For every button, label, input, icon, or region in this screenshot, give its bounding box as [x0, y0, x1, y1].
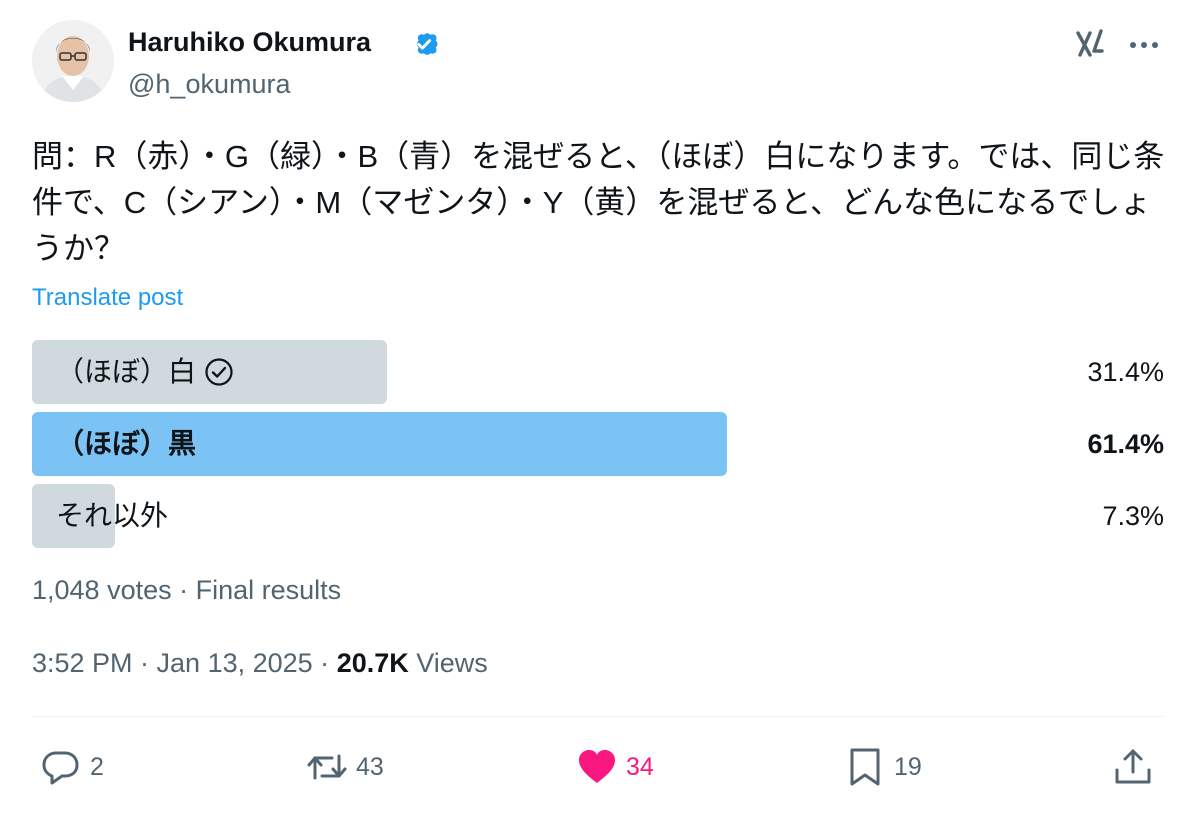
- divider: [32, 716, 1164, 717]
- poll-option-percent: 61.4%: [1087, 429, 1164, 459]
- author-name[interactable]: Haruhiko Okumura: [128, 27, 371, 58]
- repost-icon: [307, 754, 347, 780]
- views-label: Views: [416, 648, 488, 678]
- reply-icon: [42, 751, 79, 785]
- poll-option-3: それ以外 7.3%: [32, 484, 1164, 548]
- repost-button[interactable]: 43: [306, 744, 384, 790]
- poll-option-percent: 31.4%: [1087, 357, 1164, 387]
- poll-option-text: （ほぼ）白: [56, 356, 197, 387]
- reply-count: 2: [90, 752, 104, 781]
- poll-option-text: （ほぼ）黒: [56, 428, 197, 459]
- post-time-date[interactable]: 3:52 PM · Jan 13, 2025 ·: [32, 648, 337, 678]
- poll-option-label: （ほぼ）白: [56, 340, 234, 404]
- bookmark-count: 19: [894, 752, 922, 781]
- poll-option-label: （ほぼ）黒: [56, 412, 196, 476]
- avatar-image: [32, 20, 114, 102]
- poll-option-2: （ほぼ）黒 61.4%: [32, 412, 1164, 476]
- reply-button[interactable]: 2: [40, 744, 104, 790]
- like-button[interactable]: 34: [576, 744, 654, 790]
- like-count: 34: [626, 752, 654, 781]
- share-button[interactable]: [1112, 744, 1154, 790]
- verified-badge-icon: [416, 33, 438, 55]
- grok-icon[interactable]: [1074, 27, 1108, 61]
- avatar[interactable]: [32, 20, 114, 102]
- heart-icon: [579, 750, 615, 783]
- share-icon: [1115, 749, 1151, 784]
- bookmark-icon: [850, 748, 880, 786]
- views-count: 20.7K: [336, 648, 409, 678]
- bookmark-button[interactable]: 19: [844, 744, 922, 790]
- more-icon[interactable]: [1126, 30, 1162, 60]
- poll-summary: 1,048 votes · Final results: [32, 575, 342, 605]
- author-handle[interactable]: @h_okumura: [128, 69, 291, 100]
- repost-count: 43: [356, 752, 384, 781]
- translate-post-link[interactable]: Translate post: [32, 284, 183, 312]
- poll-option-1: （ほぼ）白 31.4%: [32, 340, 1164, 404]
- poll-option-label: それ以外: [56, 484, 168, 548]
- poll-option-percent: 7.3%: [1102, 501, 1164, 531]
- check-circle-icon: [205, 358, 233, 386]
- post-timestamp: 3:52 PM · Jan 13, 2025 · 20.7K Views: [32, 648, 488, 679]
- poll-option-text: それ以外: [56, 500, 169, 531]
- post-text: 問：R（赤）・G（緑）・B（青）を混ぜると、（ほぼ）白になります。では、同じ条件…: [32, 139, 1165, 266]
